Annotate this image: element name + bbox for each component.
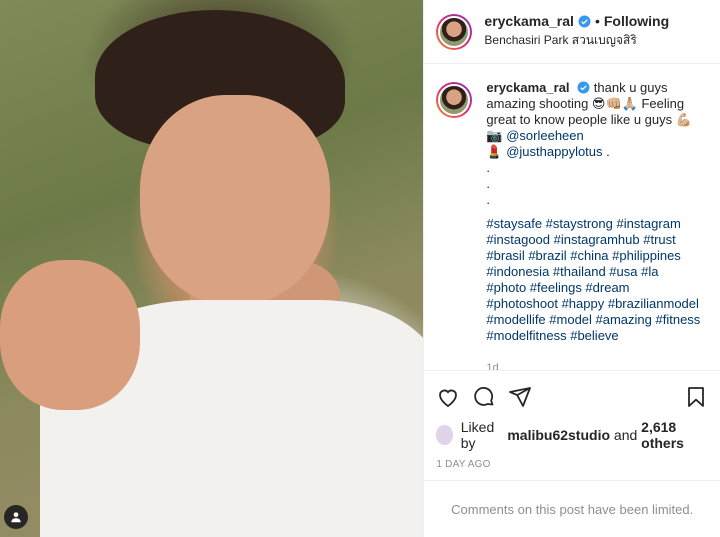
likes-others[interactable]: 2,618 others [641, 419, 708, 451]
user-tag-icon[interactable] [4, 505, 28, 529]
post-header: eryckama_ral • Following Benchasiri Park… [424, 0, 720, 64]
verified-icon [577, 81, 590, 94]
caption-age[interactable]: 1d [486, 360, 701, 370]
lips-emoji: 💄 [486, 144, 503, 159]
caption-dot: . [486, 160, 491, 175]
liker-username[interactable]: malibu62studio [507, 427, 610, 443]
author-username[interactable]: eryckama_ral [484, 13, 574, 29]
caption-username[interactable]: eryckama_ral [486, 80, 569, 95]
separator-dot: • [594, 13, 600, 29]
post-photo[interactable] [0, 0, 424, 537]
post-sidebar: eryckama_ral • Following Benchasiri Park… [423, 0, 720, 537]
mention-justhappylotus[interactable]: @justhappylotus [506, 144, 602, 159]
caption-dot: . [486, 192, 491, 207]
liker-avatar[interactable] [436, 425, 453, 445]
caption-dot: . [486, 176, 491, 191]
actions-section: Liked by malibu62studio and 2,618 others… [424, 370, 720, 470]
caption-suffix: . [602, 144, 610, 159]
caption: eryckama_ral thank u guys amazing shooti… [436, 80, 708, 370]
action-icons [436, 379, 708, 415]
author-avatar[interactable] [436, 13, 473, 50]
photo-hand [0, 260, 140, 410]
comment-icon[interactable] [472, 385, 496, 409]
likes-line: Liked by malibu62studio and 2,618 others [436, 419, 708, 451]
heart-icon[interactable] [436, 385, 460, 409]
posted-time[interactable]: 1 DAY AGO [436, 459, 708, 470]
likes-prefix: Liked by [460, 419, 495, 451]
location-link[interactable]: Benchasiri Park สวนเบญจสิริ [484, 31, 669, 50]
following-button[interactable]: Following [604, 13, 669, 29]
bookmark-icon[interactable] [684, 385, 708, 409]
share-icon[interactable] [508, 385, 532, 409]
likes-and: and [613, 427, 638, 443]
comments-limited-notice: Comments on this post have been limited. [424, 480, 720, 537]
photo-face [140, 95, 330, 305]
hashtags[interactable]: #staysafe #staystrong #instagram #instag… [486, 216, 701, 344]
comments-area: eryckama_ral thank u guys amazing shooti… [424, 64, 720, 370]
caption-avatar[interactable] [436, 82, 473, 118]
mention-sorleeheen[interactable]: @sorleeheen [506, 128, 584, 143]
camera-emoji: 📷 [486, 128, 503, 143]
instagram-post: eryckama_ral • Following Benchasiri Park… [0, 0, 720, 537]
verified-icon [578, 15, 591, 27]
